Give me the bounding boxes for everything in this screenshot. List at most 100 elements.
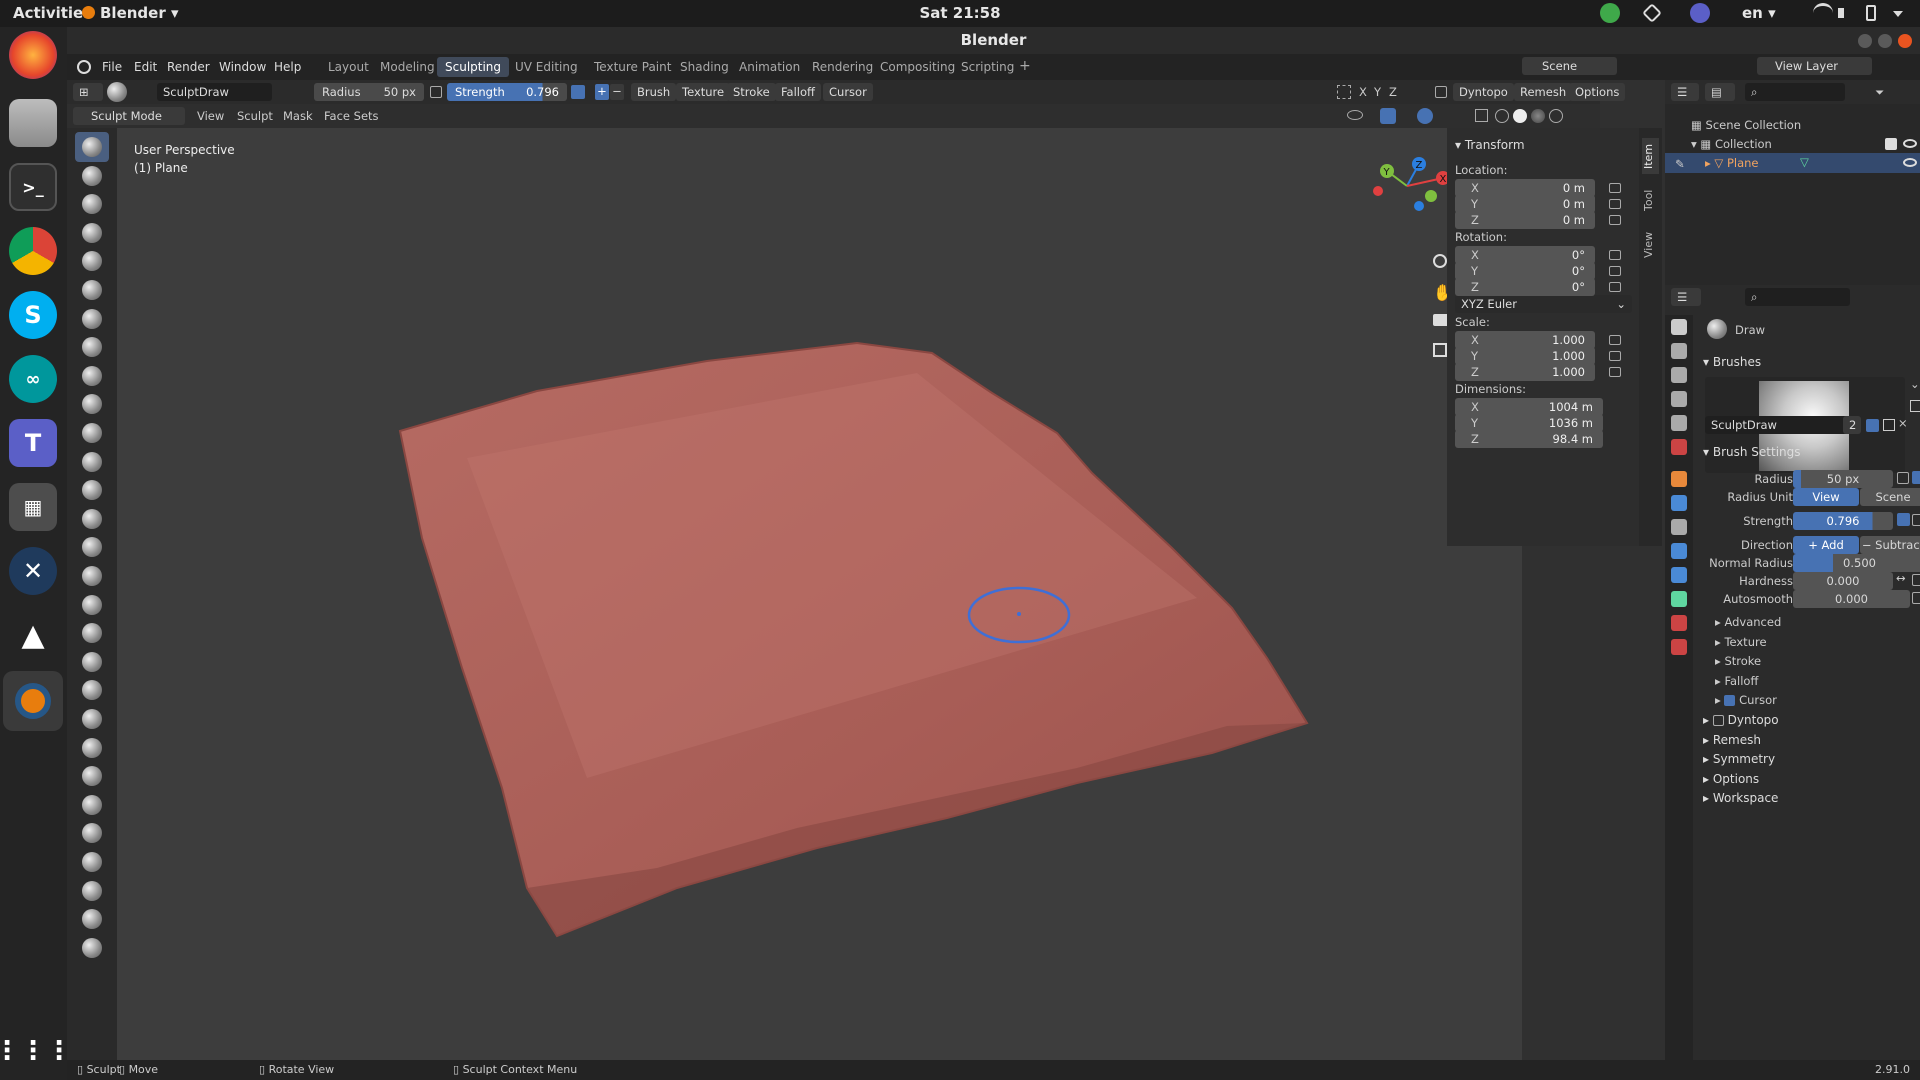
arduino-icon[interactable]: ∞ xyxy=(9,355,57,403)
tab-view[interactable]: View xyxy=(1642,228,1659,262)
cursor-menu[interactable]: Cursor xyxy=(823,83,873,101)
section-workspace[interactable]: ▸ Workspace xyxy=(1703,791,1778,805)
gizmo-icon[interactable] xyxy=(1380,108,1396,124)
tab-compositing[interactable]: Compositing xyxy=(872,57,963,77)
volume-icon[interactable] xyxy=(1838,8,1846,18)
transform-header[interactable]: ▾ Transform xyxy=(1455,138,1525,152)
view-menu[interactable]: View xyxy=(197,109,224,123)
mask-menu[interactable]: Mask xyxy=(283,109,313,123)
lock-icon[interactable] xyxy=(1609,335,1621,345)
tool-nudge-icon[interactable] xyxy=(75,704,109,734)
physics-icon[interactable] xyxy=(1671,543,1687,559)
prop-radius-field[interactable]: 50 px xyxy=(1793,470,1893,488)
hardness-pressure-icon[interactable] xyxy=(1912,574,1920,586)
subpanel-stroke[interactable]: ▸ Stroke xyxy=(1715,654,1761,668)
options-menu[interactable]: Options xyxy=(1569,83,1626,101)
firefox-icon[interactable] xyxy=(9,31,57,79)
tool-blob-icon[interactable] xyxy=(75,332,109,362)
tool-draw-icon[interactable] xyxy=(75,132,109,162)
tool-multiplane-scrape-icon[interactable] xyxy=(75,504,109,534)
tab-uv-editing[interactable]: UV Editing xyxy=(507,57,586,77)
scene-icon[interactable] xyxy=(1671,415,1687,431)
clock[interactable]: Sat 21:58 xyxy=(0,4,1920,22)
fake-user-shield-icon[interactable] xyxy=(1866,419,1879,432)
tool-box-mask-icon[interactable] xyxy=(75,933,109,963)
navigation-gizmo[interactable]: Z Y X xyxy=(1367,146,1447,226)
face-sets-menu[interactable]: Face Sets xyxy=(324,109,379,123)
tab-animation[interactable]: Animation xyxy=(731,57,808,77)
outliner-search-input[interactable]: ⌕ xyxy=(1745,83,1845,101)
strength-pressure-toggle-icon[interactable] xyxy=(1897,513,1910,526)
tool-layer-icon[interactable] xyxy=(75,275,109,305)
inkscape-icon[interactable]: ▲ xyxy=(9,611,57,659)
section-dyntopo[interactable]: ▸ Dyntopo xyxy=(1703,713,1779,727)
apps-grid-icon[interactable]: ⋮⋮⋮ xyxy=(0,1027,72,1075)
direction-subtract-button[interactable]: − Subtract xyxy=(1860,536,1920,554)
minimize-icon[interactable] xyxy=(1858,34,1872,48)
skype-icon[interactable]: S xyxy=(9,291,57,339)
subpanel-cursor[interactable]: ▸ Cursor xyxy=(1715,693,1777,707)
tool-slide-relax-icon[interactable] xyxy=(75,761,109,791)
zoom-icon[interactable] xyxy=(1433,254,1447,268)
tool-boundary-icon[interactable] xyxy=(75,790,109,820)
menu-file[interactable]: File xyxy=(102,60,122,74)
radius-lock-icon[interactable] xyxy=(1912,471,1920,484)
brushes-section[interactable]: ▾ Brushes xyxy=(1703,355,1761,369)
tool-pose-icon[interactable] xyxy=(75,675,109,705)
collection-eye-icon[interactable] xyxy=(1903,139,1917,148)
dyntopo-menu[interactable]: Dyntopo xyxy=(1453,83,1514,101)
strength-unified-icon[interactable] xyxy=(1912,514,1920,526)
view-layer-icon[interactable] xyxy=(1671,391,1687,407)
tool-clay-thumb-icon[interactable] xyxy=(75,246,109,276)
menu-edit[interactable]: Edit xyxy=(134,60,157,74)
xray-icon[interactable] xyxy=(1475,109,1488,122)
tool-mask-icon[interactable] xyxy=(75,876,109,906)
tool-clay-icon[interactable] xyxy=(75,189,109,219)
cursor-checkbox[interactable] xyxy=(1724,695,1736,706)
brush-datablock-field[interactable]: SculptDraw xyxy=(1705,416,1855,434)
add-workspace-button[interactable]: + xyxy=(1011,55,1039,75)
sculpt-menu[interactable]: Sculpt xyxy=(237,109,273,123)
battery-icon[interactable] xyxy=(1866,5,1876,21)
section-options[interactable]: ▸ Options xyxy=(1703,772,1759,786)
brush-image-icon[interactable] xyxy=(1910,400,1920,412)
symmetry-icon[interactable] xyxy=(1337,85,1351,99)
autosmooth-field[interactable]: 0.000 xyxy=(1793,590,1910,608)
scene-selector[interactable]: Scene xyxy=(1522,57,1617,75)
lock-icon[interactable] xyxy=(1609,250,1621,260)
dimensions-z-field[interactable]: Z 98.4 m xyxy=(1455,430,1603,448)
texture-menu[interactable]: Texture xyxy=(676,83,731,101)
tool-crease-icon[interactable] xyxy=(75,361,109,391)
plane-row[interactable]: ✎ ▸ ▽ Plane ▽ xyxy=(1665,153,1920,173)
render-icon[interactable] xyxy=(1671,343,1687,359)
plane-eye-icon[interactable] xyxy=(1903,158,1917,167)
lock-icon[interactable] xyxy=(1609,282,1621,292)
scale-z-field[interactable]: Z 1.000 xyxy=(1455,363,1595,381)
mirror-y[interactable]: Y xyxy=(1374,85,1381,99)
solid-shading-icon[interactable] xyxy=(1513,109,1527,123)
tab-rendering[interactable]: Rendering xyxy=(804,57,881,77)
prop-strength-field[interactable]: 0.796 xyxy=(1793,512,1893,530)
autosmooth-pressure-icon[interactable] xyxy=(1912,592,1920,604)
location-z-field[interactable]: Z 0 m xyxy=(1455,211,1595,229)
constraints-icon[interactable] xyxy=(1671,567,1687,583)
tool-elastic-deform-icon[interactable] xyxy=(75,590,109,620)
tool-snake-hook-icon[interactable] xyxy=(75,618,109,648)
tool-clay-strips-icon[interactable] xyxy=(75,218,109,248)
wireframe-shading-icon[interactable] xyxy=(1495,109,1509,123)
falloff-menu[interactable]: Falloff xyxy=(775,83,821,101)
particles-icon[interactable] xyxy=(1671,519,1687,535)
section-remesh[interactable]: ▸ Remesh xyxy=(1703,733,1761,747)
tool-draw-face-sets-icon[interactable] xyxy=(75,904,109,934)
lock-icon[interactable] xyxy=(1609,351,1621,361)
strength-pressure-icon[interactable] xyxy=(571,85,585,99)
output-icon[interactable] xyxy=(1671,367,1687,383)
mirror-x[interactable]: X xyxy=(1359,85,1367,99)
view-layer-selector[interactable]: View Layer xyxy=(1757,57,1872,75)
tool-settings-icon[interactable] xyxy=(1671,319,1687,335)
subtract-direction-button[interactable]: − xyxy=(610,84,624,100)
close-icon[interactable] xyxy=(1898,34,1912,48)
teams-icon[interactable]: T xyxy=(9,419,57,467)
edit-pencil-icon[interactable]: ✎ xyxy=(1675,157,1685,171)
brush-menu[interactable]: Brush xyxy=(631,83,677,101)
